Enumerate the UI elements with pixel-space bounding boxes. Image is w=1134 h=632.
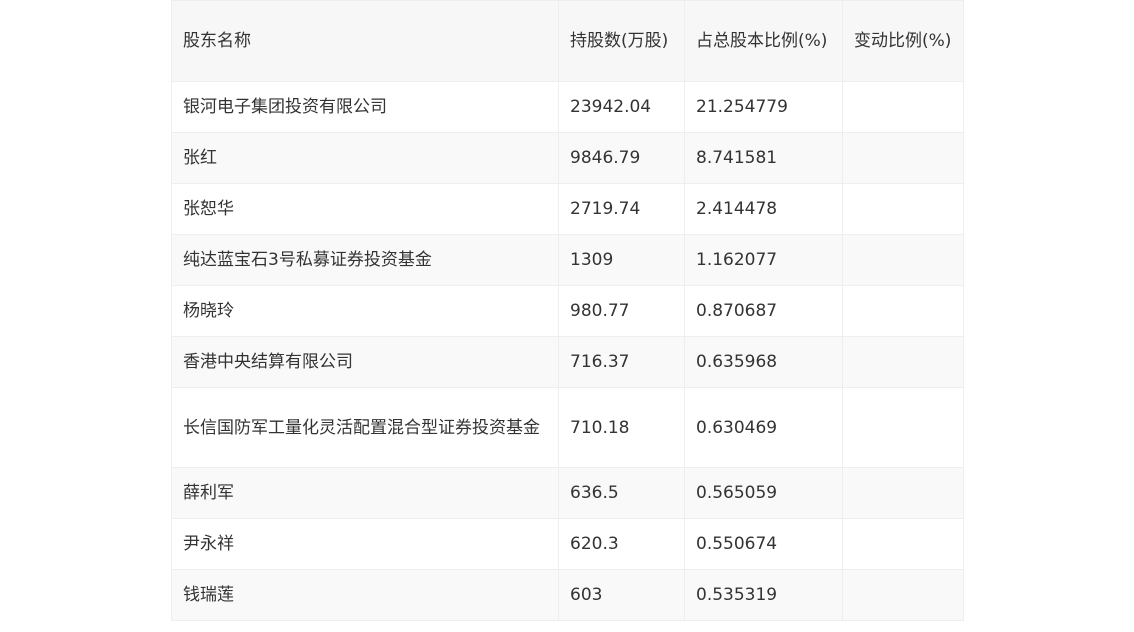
- table-row: 纯达蓝宝石3号私募证券投资基金 1309 1.162077: [171, 234, 964, 286]
- cell-ratio: 0.535319: [684, 569, 843, 621]
- shareholder-table-container: 股东名称 持股数(万股) 占总股本比例(%) 变动比例(%) 银河电子集团投资有…: [171, 0, 964, 621]
- cell-ratio: 0.630469: [684, 387, 843, 468]
- cell-ratio: 2.414478: [684, 183, 843, 235]
- cell-shareholder-name: 香港中央结算有限公司: [171, 336, 559, 388]
- cell-ratio: 1.162077: [684, 234, 843, 286]
- table-row: 杨晓玲 980.77 0.870687: [171, 285, 964, 337]
- header-ratio: 占总股本比例(%): [684, 0, 843, 82]
- cell-shares: 710.18: [558, 387, 685, 468]
- cell-change: [842, 81, 964, 133]
- cell-shares: 9846.79: [558, 132, 685, 184]
- table-row: 银河电子集团投资有限公司 23942.04 21.254779: [171, 81, 964, 133]
- table-row: 张恕华 2719.74 2.414478: [171, 183, 964, 235]
- cell-shareholder-name: 长信国防军工量化灵活配置混合型证券投资基金: [171, 387, 559, 468]
- cell-shares: 636.5: [558, 467, 685, 519]
- cell-shares: 620.3: [558, 518, 685, 570]
- table-body: 银河电子集团投资有限公司 23942.04 21.254779 张红 9846.…: [171, 81, 964, 621]
- table-row: 张红 9846.79 8.741581: [171, 132, 964, 184]
- header-shares: 持股数(万股): [558, 0, 685, 82]
- cell-shareholder-name: 尹永祥: [171, 518, 559, 570]
- table-header: 股东名称 持股数(万股) 占总股本比例(%) 变动比例(%): [171, 0, 964, 82]
- cell-change: [842, 285, 964, 337]
- cell-change: [842, 132, 964, 184]
- cell-ratio: 8.741581: [684, 132, 843, 184]
- cell-change: [842, 467, 964, 519]
- cell-shareholder-name: 薛利军: [171, 467, 559, 519]
- cell-change: [842, 569, 964, 621]
- cell-change: [842, 387, 964, 468]
- shareholder-table: 股东名称 持股数(万股) 占总股本比例(%) 变动比例(%) 银河电子集团投资有…: [171, 0, 964, 621]
- cell-shares: 603: [558, 569, 685, 621]
- cell-ratio: 0.565059: [684, 467, 843, 519]
- cell-ratio: 0.550674: [684, 518, 843, 570]
- cell-change: [842, 234, 964, 286]
- cell-shares: 2719.74: [558, 183, 685, 235]
- cell-ratio: 0.870687: [684, 285, 843, 337]
- cell-ratio: 21.254779: [684, 81, 843, 133]
- header-change: 变动比例(%): [842, 0, 964, 82]
- header-row: 股东名称 持股数(万股) 占总股本比例(%) 变动比例(%): [171, 0, 964, 82]
- table-row: 尹永祥 620.3 0.550674: [171, 518, 964, 570]
- cell-change: [842, 336, 964, 388]
- cell-shareholder-name: 张红: [171, 132, 559, 184]
- table-row: 香港中央结算有限公司 716.37 0.635968: [171, 336, 964, 388]
- cell-shareholder-name: 张恕华: [171, 183, 559, 235]
- cell-shares: 980.77: [558, 285, 685, 337]
- header-shareholder-name: 股东名称: [171, 0, 559, 82]
- cell-change: [842, 183, 964, 235]
- table-row: 钱瑞莲 603 0.535319: [171, 569, 964, 621]
- cell-shareholder-name: 钱瑞莲: [171, 569, 559, 621]
- cell-shareholder-name: 杨晓玲: [171, 285, 559, 337]
- cell-shares: 716.37: [558, 336, 685, 388]
- table-row: 薛利军 636.5 0.565059: [171, 467, 964, 519]
- table-row: 长信国防军工量化灵活配置混合型证券投资基金 710.18 0.630469: [171, 387, 964, 468]
- cell-shareholder-name: 银河电子集团投资有限公司: [171, 81, 559, 133]
- cell-shareholder-name: 纯达蓝宝石3号私募证券投资基金: [171, 234, 559, 286]
- cell-change: [842, 518, 964, 570]
- cell-shares: 1309: [558, 234, 685, 286]
- cell-ratio: 0.635968: [684, 336, 843, 388]
- cell-shares: 23942.04: [558, 81, 685, 133]
